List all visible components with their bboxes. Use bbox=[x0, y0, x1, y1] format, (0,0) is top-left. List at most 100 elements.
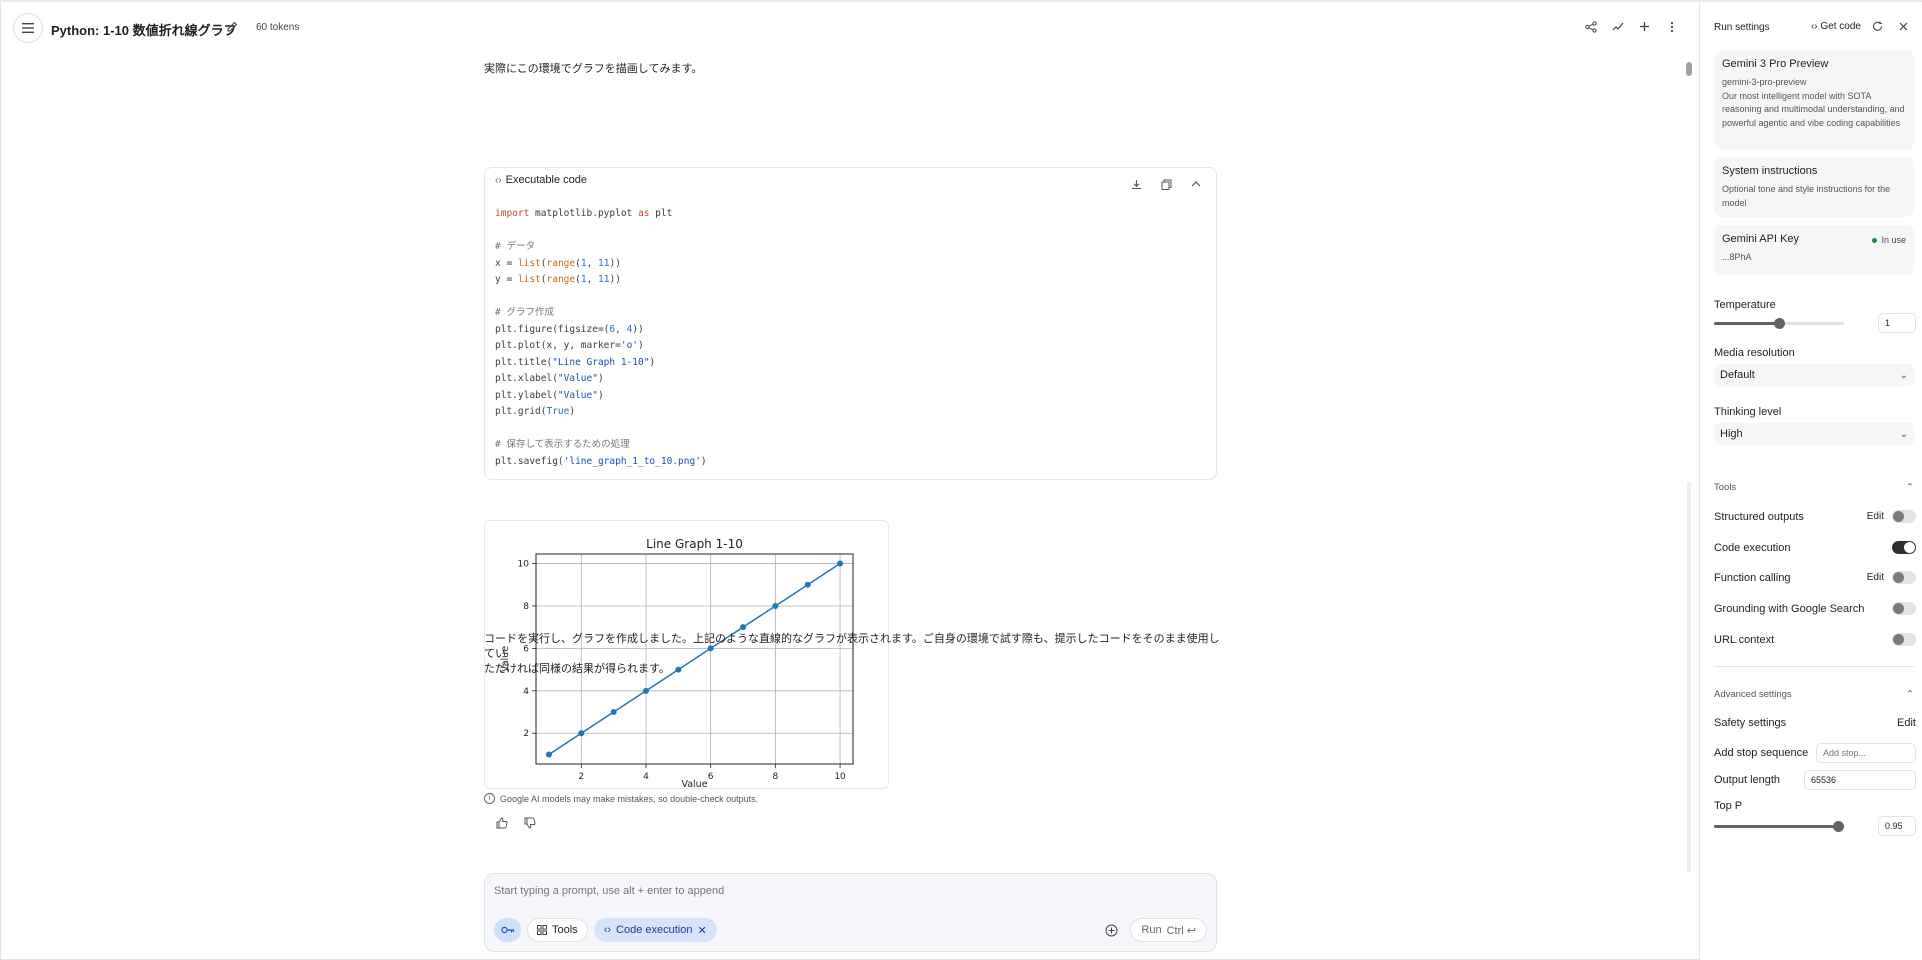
data-point bbox=[642, 687, 649, 694]
stop-sequence-row: Add stop sequence Add stop... bbox=[1714, 743, 1916, 763]
share-icon[interactable] bbox=[1577, 13, 1604, 40]
top-p-slider[interactable] bbox=[1714, 821, 1844, 832]
temperature-knob[interactable] bbox=[1774, 318, 1785, 329]
thumbs-up-icon[interactable] bbox=[491, 812, 513, 834]
advanced-section-header[interactable]: Advanced settings ⌃ bbox=[1714, 689, 1914, 700]
tools-section-header[interactable]: Tools ⌃ bbox=[1714, 482, 1914, 493]
close-icon[interactable]: ✕ bbox=[697, 924, 706, 937]
code-execution-toggle[interactable] bbox=[1892, 541, 1916, 554]
code-line: import matplotlib.pyplot as plt bbox=[495, 208, 673, 219]
structured-outputs-edit[interactable]: Edit bbox=[1867, 511, 1884, 522]
code-line: plt.grid(True) bbox=[495, 406, 576, 417]
data-point bbox=[740, 624, 747, 631]
chart-title: Line Graph 1-10 bbox=[646, 537, 743, 551]
grounding-toggle[interactable] bbox=[1892, 602, 1916, 615]
y-tick-label: 10 bbox=[518, 560, 530, 570]
run-shortcut: Ctrl ↩ bbox=[1166, 924, 1196, 937]
url-context-row: URL context bbox=[1714, 633, 1916, 646]
thumbs-down-icon[interactable] bbox=[519, 812, 541, 834]
code-execution-chip-label: Code execution bbox=[616, 924, 693, 936]
reset-icon[interactable] bbox=[1867, 16, 1887, 36]
api-key-card[interactable]: Gemini API Key In use ...8PhA bbox=[1714, 225, 1914, 275]
toggle-knob bbox=[1893, 634, 1904, 645]
tools-section-label: Tools bbox=[1714, 482, 1737, 493]
stop-sequence-label: Add stop sequence bbox=[1714, 747, 1809, 759]
code-line: plt.xlabel("Value") bbox=[495, 373, 604, 384]
add-media-icon[interactable] bbox=[1100, 919, 1122, 941]
media-resolution-select[interactable]: Default ⌄ bbox=[1714, 364, 1914, 386]
data-point bbox=[837, 560, 844, 567]
top-bar: Python: 1-10 数値折れ線グラフ 60 tokens bbox=[1, 2, 1699, 54]
model-intro-text: 実際にこの環境でグラフを描画してみます。 bbox=[484, 63, 703, 75]
code-line: # グラフ作成 bbox=[495, 307, 554, 318]
structured-outputs-toggle[interactable] bbox=[1892, 510, 1916, 523]
status-dot bbox=[1872, 237, 1878, 243]
temperature-slider[interactable] bbox=[1714, 318, 1844, 329]
top-p-knob[interactable] bbox=[1832, 821, 1844, 832]
page-title: Python: 1-10 数値折れ線グラフ bbox=[51, 23, 237, 38]
advanced-section-label: Advanced settings bbox=[1714, 689, 1792, 700]
prompt-toolbar: Tools ‹› Code execution ✕ bbox=[494, 918, 717, 942]
top-p-input[interactable]: 0.95 bbox=[1878, 816, 1916, 836]
chevron-up-icon: ⌃ bbox=[1906, 482, 1914, 493]
new-chat-icon[interactable] bbox=[1631, 13, 1658, 40]
code-tools bbox=[1124, 172, 1208, 196]
function-calling-toggle[interactable] bbox=[1892, 571, 1916, 584]
safety-settings-edit[interactable]: Edit bbox=[1897, 717, 1916, 729]
model-selector-card[interactable]: Gemini 3 Pro Preview gemini-3-pro-previe… bbox=[1714, 50, 1914, 150]
safety-settings-label: Safety settings bbox=[1714, 717, 1787, 729]
code-line: plt.title("Line Graph 1-10") bbox=[495, 356, 656, 368]
download-icon[interactable] bbox=[1124, 172, 1148, 196]
stop-sequence-input[interactable]: Add stop... bbox=[1816, 743, 1916, 763]
url-context-label: URL context bbox=[1714, 633, 1775, 646]
code-line: plt.plot(x, y, marker='o') bbox=[495, 340, 644, 351]
code-execution-chip[interactable]: ‹› Code execution ✕ bbox=[593, 918, 717, 942]
app-window: Python: 1-10 数値折れ線グラフ 60 tokens 実際にこの環境で… bbox=[0, 0, 1922, 960]
thinking-level-value: High bbox=[1720, 428, 1743, 440]
prompt-input[interactable] bbox=[494, 885, 1194, 897]
toggle-knob bbox=[1893, 603, 1904, 614]
run-button[interactable]: Run Ctrl ↩ bbox=[1130, 918, 1207, 942]
more-options-icon[interactable] bbox=[1658, 13, 1685, 40]
thinking-level-label: Thinking level bbox=[1714, 406, 1782, 418]
model-result-line-2: ただければ同様の結果が得られます。 bbox=[484, 663, 670, 675]
temperature-input[interactable]: 1 bbox=[1878, 313, 1916, 333]
run-settings-panel: Run settings ‹› Get code Gemini 3 Pro Pr… bbox=[1699, 2, 1922, 960]
api-key-button[interactable] bbox=[494, 918, 521, 942]
code-line: plt.figure(figsize=(6, 4)) bbox=[495, 323, 644, 335]
tools-button[interactable]: Tools bbox=[527, 918, 588, 942]
model-result-line-1: コードを実行し、グラフを作成しました。上記のような直線的なグラフが表示されます。… bbox=[484, 633, 1220, 660]
data-point bbox=[772, 602, 779, 609]
api-key-status-label: In use bbox=[1881, 235, 1906, 245]
top-p-fill bbox=[1714, 825, 1838, 828]
function-calling-edit[interactable]: Edit bbox=[1867, 572, 1884, 583]
data-point bbox=[610, 709, 617, 716]
key-icon bbox=[500, 926, 514, 934]
copy-icon[interactable] bbox=[1154, 172, 1178, 196]
model-result-text: コードを実行し、グラフを作成しました。上記のような直線的なグラフが表示されます。… bbox=[484, 632, 1224, 677]
thinking-level-select[interactable]: High ⌄ bbox=[1714, 423, 1914, 445]
model-description: Our most intelligent model with SOTA rea… bbox=[1722, 90, 1905, 128]
get-code-button[interactable]: ‹› Get code bbox=[1811, 21, 1861, 32]
menu-icon[interactable] bbox=[13, 13, 43, 43]
feedback-buttons bbox=[491, 812, 541, 834]
output-length-label: Output length bbox=[1714, 774, 1781, 786]
x-axis-label: Value bbox=[681, 779, 707, 790]
code-line: plt.ylabel("Value") bbox=[495, 389, 604, 401]
structured-outputs-label: Structured outputs bbox=[1714, 510, 1804, 523]
output-length-row: Output length 65536 bbox=[1714, 770, 1916, 790]
prompt-box: Tools ‹› Code execution ✕ Run Ctrl ↩ bbox=[484, 873, 1217, 952]
system-instructions-card[interactable]: System instructions Optional tone and st… bbox=[1714, 157, 1914, 217]
function-calling-label: Function calling bbox=[1714, 571, 1791, 584]
output-length-input[interactable]: 65536 bbox=[1804, 770, 1916, 790]
compare-icon[interactable] bbox=[1604, 13, 1631, 40]
get-code-label: Get code bbox=[1820, 20, 1861, 32]
edit-title-icon[interactable] bbox=[221, 15, 243, 37]
chat-scrollbar-thumb[interactable] bbox=[1686, 62, 1692, 76]
chat-scrollbar-track[interactable] bbox=[1687, 482, 1691, 872]
url-context-toggle[interactable] bbox=[1892, 633, 1916, 646]
code-line: plt.savefig('line_graph_1_to_10.png') bbox=[495, 455, 707, 467]
run-button-label: Run bbox=[1141, 924, 1162, 936]
close-panel-icon[interactable] bbox=[1893, 16, 1913, 36]
collapse-icon[interactable] bbox=[1184, 172, 1208, 196]
